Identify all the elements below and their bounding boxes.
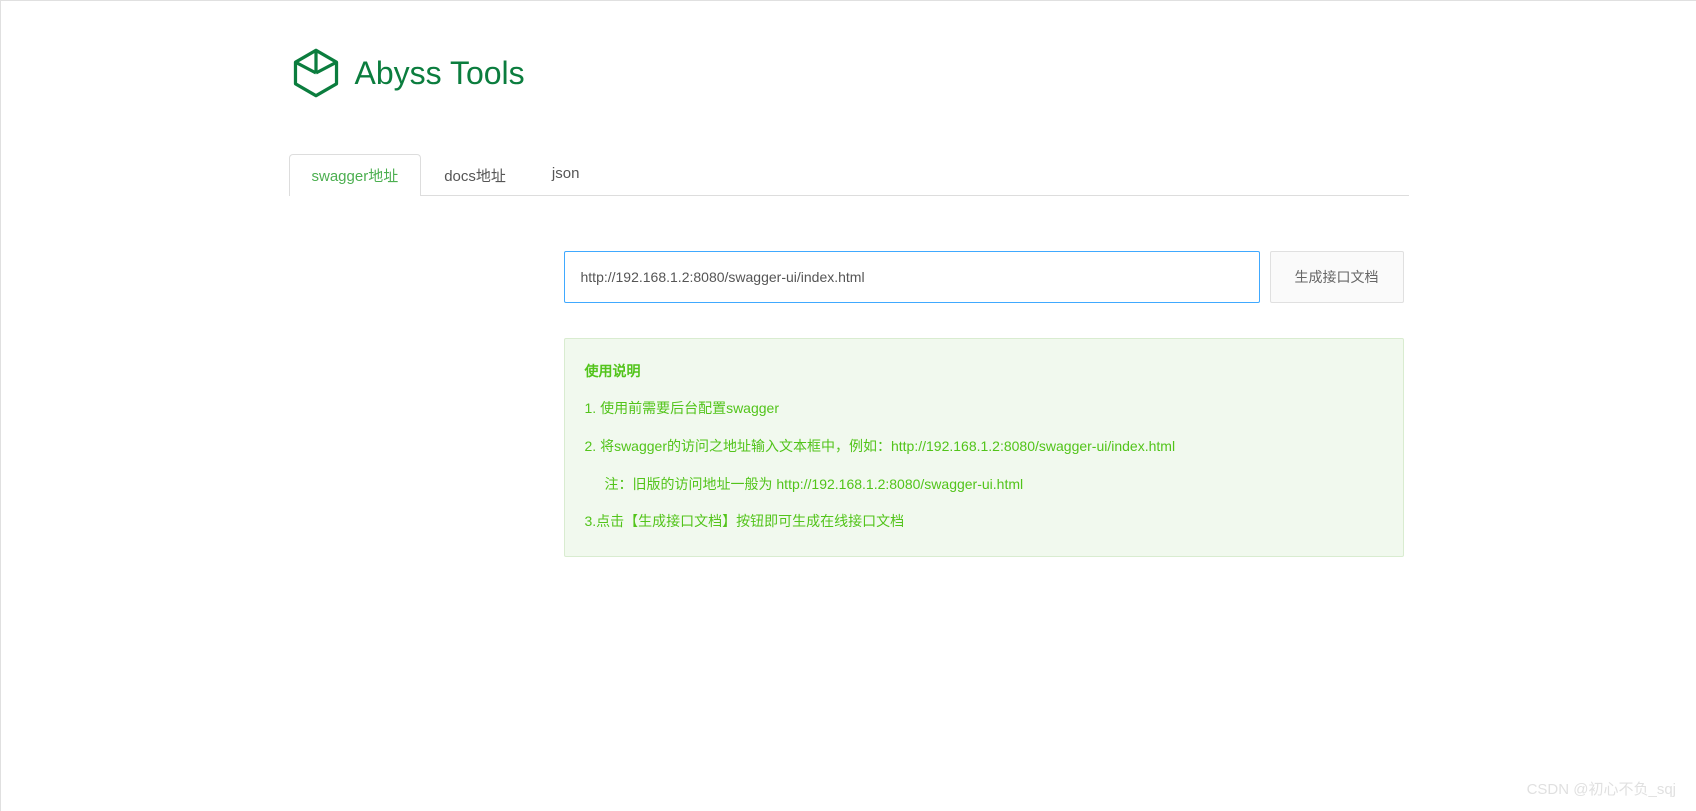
instruction-item-1: 1. 使用前需要后台配置swagger xyxy=(585,397,1383,421)
url-input-row: 生成接口文档 xyxy=(564,251,1404,303)
instruction-item-3: 3.点击【生成接口文档】按钮即可生成在线接口文档 xyxy=(585,510,1383,534)
tab-docs-url[interactable]: docs地址 xyxy=(421,154,529,196)
instruction-note: 注：旧版的访问地址一般为 http://192.168.1.2:8080/swa… xyxy=(585,473,1383,497)
cube-icon xyxy=(289,46,343,100)
tab-content: 生成接口文档 使用说明 1. 使用前需要后台配置swagger 2. 将swag… xyxy=(289,196,1404,557)
app-title: Abyss Tools xyxy=(355,55,525,92)
watermark: CSDN @初心不负_sqj xyxy=(1527,778,1676,799)
generate-docs-button[interactable]: 生成接口文档 xyxy=(1270,251,1404,303)
instructions-title: 使用说明 xyxy=(585,361,1383,381)
instruction-item-2: 2. 将swagger的访问之地址输入文本框中，例如：http://192.16… xyxy=(585,435,1383,459)
tabs-nav: swagger地址 docs地址 json xyxy=(289,154,1409,196)
tab-json[interactable]: json xyxy=(529,154,603,196)
app-header: Abyss Tools xyxy=(289,1,1409,130)
instructions-panel: 使用说明 1. 使用前需要后台配置swagger 2. 将swagger的访问之… xyxy=(564,338,1404,557)
swagger-url-input[interactable] xyxy=(564,251,1260,303)
tab-swagger-url[interactable]: swagger地址 xyxy=(289,154,422,196)
